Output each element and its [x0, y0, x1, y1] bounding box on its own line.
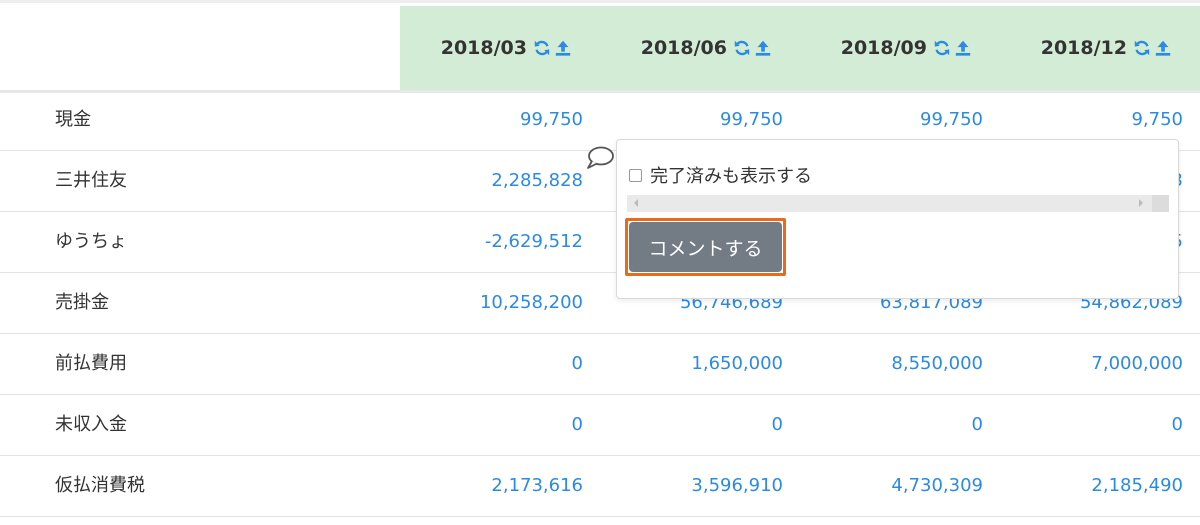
value-cell[interactable]: 0 [383, 395, 583, 455]
comment-popup: 完了済みも表示する コメントする [616, 139, 1179, 299]
upload-icon[interactable] [554, 39, 572, 57]
scroll-right-icon[interactable] [1139, 199, 1143, 207]
value-cell[interactable]: 0 [583, 395, 783, 455]
speech-bubble-icon[interactable] [585, 145, 615, 171]
table-header: 2018/03 2018/06 2018/09 2018/12 [0, 0, 1200, 93]
value-cell[interactable]: 0 [983, 395, 1183, 455]
row-label: 前払費用 [55, 353, 127, 374]
value-cell[interactable]: 99,750 [383, 90, 583, 150]
value-cell[interactable]: 10,258,200 [383, 273, 583, 333]
value-cell[interactable]: 2,173,616 [383, 456, 583, 516]
upload-icon[interactable] [1154, 39, 1172, 57]
scrollbar-corner [1152, 195, 1169, 212]
upload-icon[interactable] [754, 39, 772, 57]
show-completed-toggle[interactable]: 完了済みも表示する [629, 162, 812, 188]
period-label: 2018/03 [440, 37, 527, 59]
value-cell[interactable]: 2,285,828 [383, 151, 583, 211]
value-cell[interactable]: 8,550,000 [783, 334, 983, 394]
period-label: 2018/12 [1040, 37, 1127, 59]
row-label: ゆうちょ [55, 231, 127, 252]
table-row: 未収入金 0 0 0 0 [0, 395, 1200, 456]
table-row: 前払費用 0 1,650,000 8,550,000 7,000,000 [0, 334, 1200, 395]
row-label: 仮払消費税 [55, 475, 145, 496]
row-label: 未収入金 [55, 414, 127, 435]
value-cell[interactable]: 2,185,490 [983, 456, 1183, 516]
period-header-2: 2018/06 [600, 6, 800, 90]
refresh-icon[interactable] [533, 39, 551, 57]
row-label: 売掛金 [55, 292, 109, 313]
value-cell[interactable]: 0 [383, 334, 583, 394]
show-completed-label: 完了済みも表示する [650, 166, 812, 187]
row-label: 三井住友 [55, 170, 127, 191]
value-cell[interactable]: 0 [783, 395, 983, 455]
value-cell[interactable]: 3,596,910 [583, 456, 783, 516]
row-label: 現金 [55, 109, 91, 130]
value-cell[interactable]: -2,629,512 [383, 212, 583, 272]
period-label: 2018/09 [840, 37, 927, 59]
value-cell[interactable]: 1,650,000 [583, 334, 783, 394]
upload-icon[interactable] [954, 39, 972, 57]
value-cell[interactable]: 7,000,000 [983, 334, 1183, 394]
period-label: 2018/06 [640, 37, 727, 59]
period-header-4: 2018/12 [1000, 6, 1200, 90]
table-row: 仮払消費税 2,173,616 3,596,910 4,730,309 2,18… [0, 456, 1200, 517]
refresh-icon[interactable] [733, 39, 751, 57]
comment-button[interactable]: コメントする [629, 222, 782, 272]
scroll-left-icon[interactable] [634, 199, 638, 207]
value-cell[interactable]: 4,730,309 [783, 456, 983, 516]
show-completed-checkbox[interactable] [629, 168, 642, 182]
refresh-icon[interactable] [933, 39, 951, 57]
period-header-3: 2018/09 [800, 6, 1000, 90]
horizontal-scrollbar[interactable] [627, 195, 1169, 212]
period-header-1: 2018/03 [400, 6, 600, 90]
refresh-icon[interactable] [1133, 39, 1151, 57]
